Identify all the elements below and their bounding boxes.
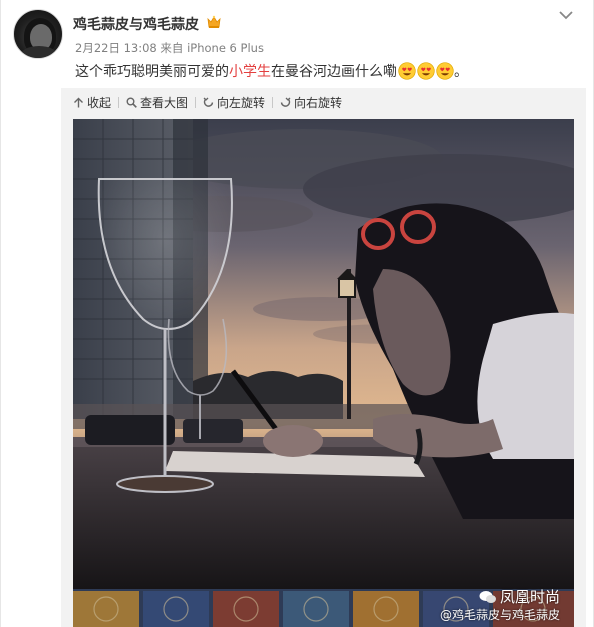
watermark-brand: 凤凰时尚 — [440, 586, 560, 607]
watermark-brand-text: 凤凰时尚 — [499, 588, 560, 606]
post-source[interactable]: iPhone 6 Plus — [187, 41, 264, 55]
heart-eyes-emoji-icon — [417, 62, 435, 80]
post-text: 这个乖巧聪明美丽可爱的小学生在曼谷河边画什么嘞 。 — [75, 62, 468, 81]
rotate-right-button[interactable]: 向右旋转 — [280, 94, 342, 111]
magnifier-icon — [126, 97, 137, 108]
rotate-left-icon — [203, 97, 214, 107]
post-meta: 2月22日 13:08 来自 iPhone 6 Plus — [75, 40, 264, 56]
media-expanded-panel: 收起 查看大图 向左旋转 向右旋转 凤凰时尚 @鸡毛蒜皮与鸡毛蒜皮 — [61, 88, 586, 627]
collapse-button[interactable]: 收起 — [73, 94, 111, 111]
collapse-up-icon — [74, 97, 83, 108]
post-time[interactable]: 13:08 — [124, 41, 157, 55]
vip-badge-icon[interactable] — [206, 14, 222, 30]
rotate-right-label: 向右旋转 — [294, 96, 343, 110]
username-link[interactable]: 鸡毛蒜皮与鸡毛蒜皮 — [73, 14, 199, 34]
chevron-down-icon[interactable] — [559, 10, 573, 20]
collapse-label: 收起 — [87, 96, 112, 110]
view-large-button[interactable]: 查看大图 — [126, 94, 188, 111]
image-watermark: 凤凰时尚 @鸡毛蒜皮与鸡毛蒜皮 — [440, 586, 560, 623]
source-prefix: 来自 — [160, 41, 184, 55]
heart-eyes-emoji-icon — [398, 62, 416, 80]
toolbar-divider — [195, 97, 197, 108]
rotate-left-button[interactable]: 向左旋转 — [203, 94, 265, 111]
weibo-post-card: 鸡毛蒜皮与鸡毛蒜皮 2月22日 13:08 来自 iPhone 6 Plus 这… — [0, 0, 594, 627]
post-date[interactable]: 2月22日 — [75, 41, 120, 55]
avatar-shoulder — [20, 46, 58, 58]
post-text-highlight[interactable]: 小学生 — [229, 64, 271, 80]
wechat-icon — [479, 591, 496, 603]
heart-eyes-emoji-icon — [436, 62, 454, 80]
media-toolbar: 收起 查看大图 向左旋转 向右旋转 — [73, 94, 342, 112]
rotate-left-label: 向左旋转 — [217, 96, 266, 110]
rotate-right-icon — [280, 97, 291, 107]
post-text-ending: 。 — [454, 64, 468, 80]
post-text-before: 这个乖巧聪明美丽可爱的 — [75, 64, 229, 80]
post-photo[interactable]: 凤凰时尚 @鸡毛蒜皮与鸡毛蒜皮 — [73, 119, 574, 627]
photo-scene — [73, 119, 574, 627]
watermark-user: @鸡毛蒜皮与鸡毛蒜皮 — [439, 608, 560, 622]
view-large-label: 查看大图 — [140, 96, 189, 110]
user-avatar[interactable] — [13, 9, 63, 59]
post-text-after: 在曼谷河边画什么嘞 — [271, 64, 397, 80]
toolbar-divider — [118, 97, 120, 108]
toolbar-divider — [272, 97, 274, 108]
